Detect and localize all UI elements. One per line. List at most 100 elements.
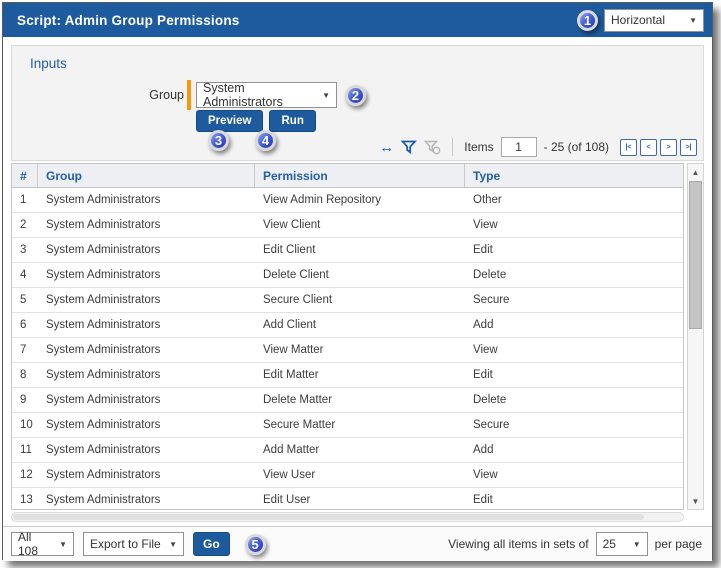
cell-num: 11 [20,444,32,456]
first-page-button[interactable]: |< [620,138,637,156]
callout-3-badge: 3 [208,130,229,151]
table-row[interactable]: 1 System Administrators View Admin Reposit… [12,188,683,213]
cell-group: System Administrators [46,369,161,381]
resize-columns-icon[interactable]: ↔ [379,140,394,155]
callout-4-badge: 4 [255,130,276,151]
preview-button[interactable]: Preview [196,110,264,132]
cell-type: Delete [473,394,507,406]
filter-clear-icon [424,140,441,155]
titlebar: Script: Admin Group Permissions 1 Horizo… [3,3,712,37]
cell-type: Edit [473,244,493,256]
table-row[interactable]: 9 System Administrators Delete Matter Delet… [12,388,683,413]
items-label: Items [464,140,494,154]
cell-num: 8 [20,369,27,381]
go-button[interactable]: Go [193,532,230,556]
cell-permission: View User [263,469,316,481]
cell-type: Secure [473,294,510,306]
table-row[interactable]: 4 System Administrators Delete Client Delet… [12,263,683,288]
table-row[interactable]: 11 System Administrators Add Matter Add [12,438,683,463]
previous-page-button[interactable]: < [640,138,657,156]
chevron-down-icon: ▼ [632,539,641,549]
cell-num: 9 [20,394,27,406]
filter-icon[interactable] [401,140,418,155]
cell-group: System Administrators [46,294,161,306]
chevron-down-icon: ▼ [689,15,697,25]
scroll-down-icon[interactable]: ▼ [688,494,703,508]
table-row[interactable]: 13 System Administrators Edit User Edit [12,488,683,509]
cell-type: View [473,344,498,356]
column-header-permission[interactable]: Permission [255,164,465,187]
last-page-button[interactable]: >| [680,138,697,156]
footer-bar: All 108 ▼ Export to File ▼ Go 5 Viewing … [3,526,712,561]
cell-permission: Add Client [263,319,317,331]
cell-permission: Secure Matter [263,419,336,431]
per-page-dropdown[interactable]: 25 ▼ [595,532,648,556]
cell-permission: Add Matter [263,444,320,456]
horizontal-scrollbar[interactable] [11,512,684,522]
cell-type: Delete [473,269,507,281]
table-row[interactable]: 10 System Administrators Secure Matter Secu… [12,413,683,438]
cell-group: System Administrators [46,444,161,456]
cell-permission: Delete Client [263,269,329,281]
range-dropdown[interactable]: All 108 ▼ [11,530,74,558]
cell-permission: Delete Matter [263,394,333,406]
callout-1-badge: 1 [577,9,598,31]
table-row[interactable]: 12 System Administrators View User View [12,463,683,488]
app-window: Script: Admin Group Permissions 1 Horizo… [2,2,713,561]
group-dropdown[interactable]: System Administrators ▼ [196,81,337,109]
table-row[interactable]: 2 System Administrators View Client View [12,213,683,238]
cell-type: Add [473,444,494,456]
scroll-up-icon[interactable]: ▲ [688,165,703,179]
group-field-row: Group System Administrators ▼ 2 [144,80,366,110]
layout-dropdown[interactable]: Horizontal ▼ [604,8,704,32]
cell-permission: View Matter [263,344,324,356]
cell-type: Other [473,194,502,206]
per-page-text: per page [654,537,702,551]
table-row[interactable]: 6 System Administrators Add Client Add [12,313,683,338]
table-row[interactable]: 8 System Administrators Edit Matter Edit [12,363,683,388]
table-row[interactable]: 3 System Administrators Edit Client Edit [12,238,683,263]
cell-num: 12 [20,469,33,481]
callout-5-badge: 5 [244,533,266,555]
cell-group: System Administrators [46,194,161,206]
cell-permission: Edit Client [263,244,316,256]
cell-num: 4 [20,269,27,281]
cell-group: System Administrators [46,469,161,481]
cell-group: System Administrators [46,344,161,356]
horizontal-scrollbar-thumb[interactable] [13,514,644,520]
cell-permission: Edit Matter [263,369,319,381]
column-header-group[interactable]: Group [38,164,255,187]
inputs-panel: Inputs Group System Administrators ▼ 2 P… [11,45,704,161]
cell-num: 13 [20,494,33,506]
cell-group: System Administrators [46,394,161,406]
cell-num: 3 [20,244,27,256]
cell-group: System Administrators [46,494,161,506]
next-page-button[interactable]: > [660,138,677,156]
export-dropdown-value: Export to File [90,537,161,551]
chevron-down-icon: ▼ [169,539,177,549]
action-buttons-row: Preview Run [196,110,316,132]
cell-num: 7 [20,344,27,356]
pager: |< < > >| [620,138,697,156]
chevron-down-icon: ▼ [59,539,67,549]
cell-permission: Edit User [263,494,311,506]
scrollbar-thumb[interactable] [689,181,702,329]
grid-toolbar: ↔ Items - 25 (of 108) |< < > [379,137,697,157]
cell-permission: View Client [263,219,321,231]
results-grid: # Group Permission Type 1 System Administ… [11,163,704,510]
table-row[interactable]: 5 System Administrators Secure Client Secur… [12,288,683,313]
items-page-input[interactable] [500,137,537,157]
cell-type: Edit [473,369,493,381]
cell-group: System Administrators [46,269,161,281]
items-range-text: - 25 (of 108) [543,140,609,154]
run-button[interactable]: Run [269,110,316,132]
column-header-type[interactable]: Type [465,164,683,187]
column-header-number[interactable]: # [12,164,38,187]
viewing-text: Viewing all items in sets of [448,537,589,551]
vertical-scrollbar[interactable]: ▲ ▼ [687,163,704,510]
toolbar-divider [452,138,454,156]
cell-permission: Secure Client [263,294,333,306]
export-dropdown[interactable]: Export to File ▼ [83,532,184,556]
table-header-row: # Group Permission Type [12,164,683,188]
table-row[interactable]: 7 System Administrators View Matter View [12,338,683,363]
